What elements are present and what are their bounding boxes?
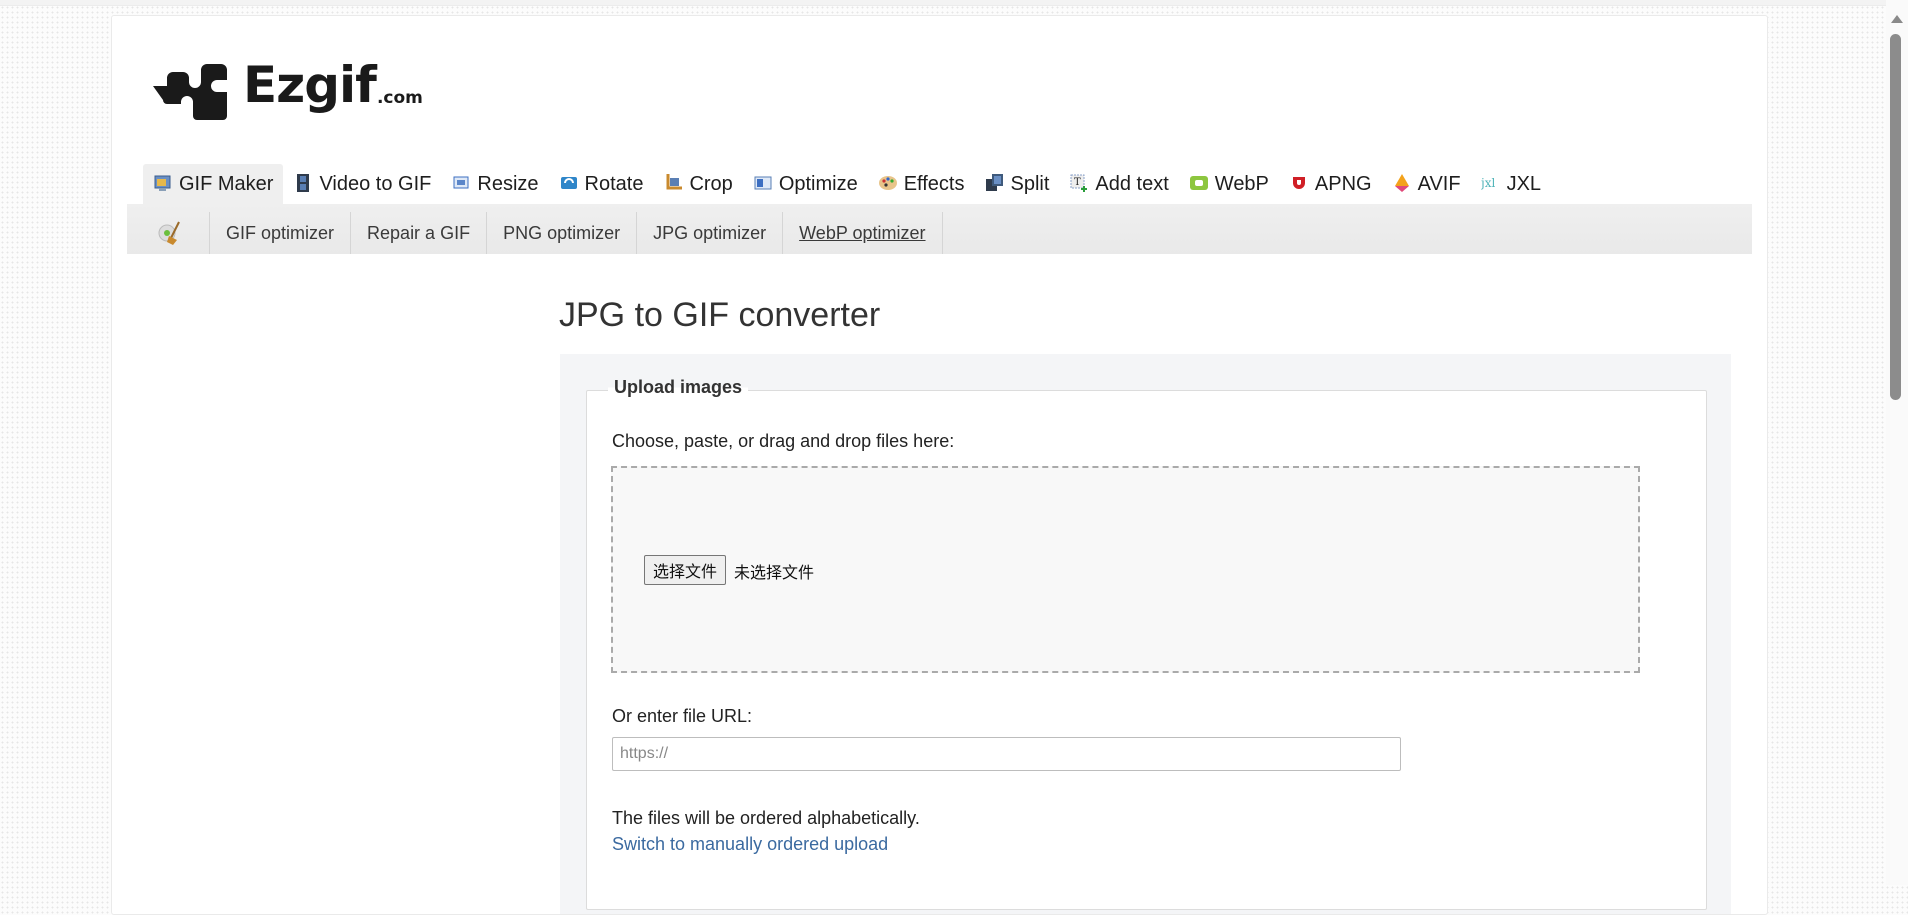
upload-legend: Upload images [608, 377, 749, 398]
optimize-broom-icon [158, 221, 180, 245]
order-note: The files will be ordered alphabetically… [612, 808, 920, 828]
nav-optimize[interactable]: Optimize [743, 164, 868, 205]
svg-text:T: T [1074, 177, 1081, 188]
subnav-gif-optimizer[interactable]: GIF optimizer [210, 212, 352, 254]
scrollbar-thumb[interactable] [1890, 34, 1901, 400]
subnav-png-optimizer[interactable]: PNG optimizer [487, 212, 638, 254]
browser-top-edge [0, 0, 1908, 6]
nav-jxl[interactable]: jxl JXL [1471, 164, 1551, 205]
nav-label: Add text [1095, 173, 1169, 195]
logo-tld: .com [376, 88, 423, 108]
subnav-repair-gif[interactable]: Repair a GIF [351, 212, 488, 254]
nav-label: Rotate [584, 173, 644, 195]
crop-icon [666, 173, 683, 189]
avif-icon [1394, 173, 1409, 192]
nav-resize[interactable]: Resize [441, 164, 548, 205]
nav-label: Split [1010, 173, 1050, 195]
subnav-label: Repair a GIF [367, 222, 471, 243]
nav-effects[interactable]: Effects [868, 164, 975, 205]
nav-label: Optimize [778, 173, 858, 195]
subnav-label: PNG optimizer [503, 222, 621, 243]
nav-avif[interactable]: AVIF [1382, 164, 1471, 205]
nav-webp[interactable]: WebP [1179, 164, 1279, 205]
nav-label: Video to GIF [319, 173, 432, 195]
nav-label: WebP [1214, 173, 1269, 195]
subnav-label: GIF optimizer [226, 222, 335, 243]
nav-split[interactable]: Split [975, 164, 1060, 205]
logo-wordmark: Ezgif [243, 56, 377, 114]
sub-nav: GIF optimizer Repair a GIF PNG optimizer… [127, 204, 1752, 254]
scroll-up-arrow-icon[interactable] [1891, 15, 1903, 23]
subnav-label: WebP optimizer [799, 222, 926, 243]
palette-icon [878, 175, 897, 190]
nav-label: Effects [903, 173, 965, 195]
jxl-icon: jxl [1481, 176, 1495, 190]
split-icon [985, 173, 1003, 191]
main-nav: GIF Maker Video to GIF Resize Rotate Cro… [143, 164, 1551, 205]
gif-maker-icon [154, 175, 171, 191]
nav-gif-maker[interactable]: GIF Maker [143, 164, 284, 205]
switch-manual-order-link[interactable]: Switch to manually ordered upload [612, 834, 888, 855]
nav-add-text[interactable]: T Add text [1059, 164, 1178, 205]
nav-label: Resize [477, 173, 539, 195]
file-url-input[interactable] [612, 737, 1401, 771]
choose-files-label: Choose, paste, or drag and drop files he… [612, 431, 955, 451]
nav-apng[interactable]: APNG [1279, 164, 1382, 205]
webp-icon [1189, 175, 1208, 190]
nav-video-to-gif[interactable]: Video to GIF [283, 164, 441, 205]
nav-label: JXL [1506, 173, 1542, 195]
nav-label: APNG [1314, 173, 1372, 195]
add-text-icon: T [1070, 174, 1088, 192]
subnav-webp-optimizer[interactable]: WebP optimizer [783, 212, 943, 254]
optimize-icon [754, 176, 772, 189]
file-status: 未选择文件 [734, 563, 815, 582]
puzzle-logo-icon [153, 64, 227, 120]
url-label: Or enter file URL: [612, 706, 753, 726]
resize-icon [453, 176, 469, 188]
subnav-jpg-optimizer[interactable]: JPG optimizer [637, 212, 784, 254]
nav-label: AVIF [1417, 173, 1461, 195]
nav-rotate[interactable]: Rotate [549, 164, 654, 205]
choose-file-button[interactable]: 选择文件 [644, 555, 727, 585]
rotate-icon [560, 176, 577, 189]
film-icon [297, 173, 310, 192]
subnav-label: JPG optimizer [653, 222, 767, 243]
ezgif-logo[interactable]: Ezgif .com [153, 58, 423, 122]
apng-icon [1292, 176, 1305, 189]
page-title: JPG to GIF converter [559, 296, 881, 334]
nav-label: Crop [689, 173, 733, 195]
nav-crop[interactable]: Crop [653, 164, 742, 205]
subnav-optimize-home[interactable] [127, 212, 210, 254]
nav-label: GIF Maker [179, 173, 274, 195]
svg-text:jxl: jxl [1481, 176, 1495, 190]
